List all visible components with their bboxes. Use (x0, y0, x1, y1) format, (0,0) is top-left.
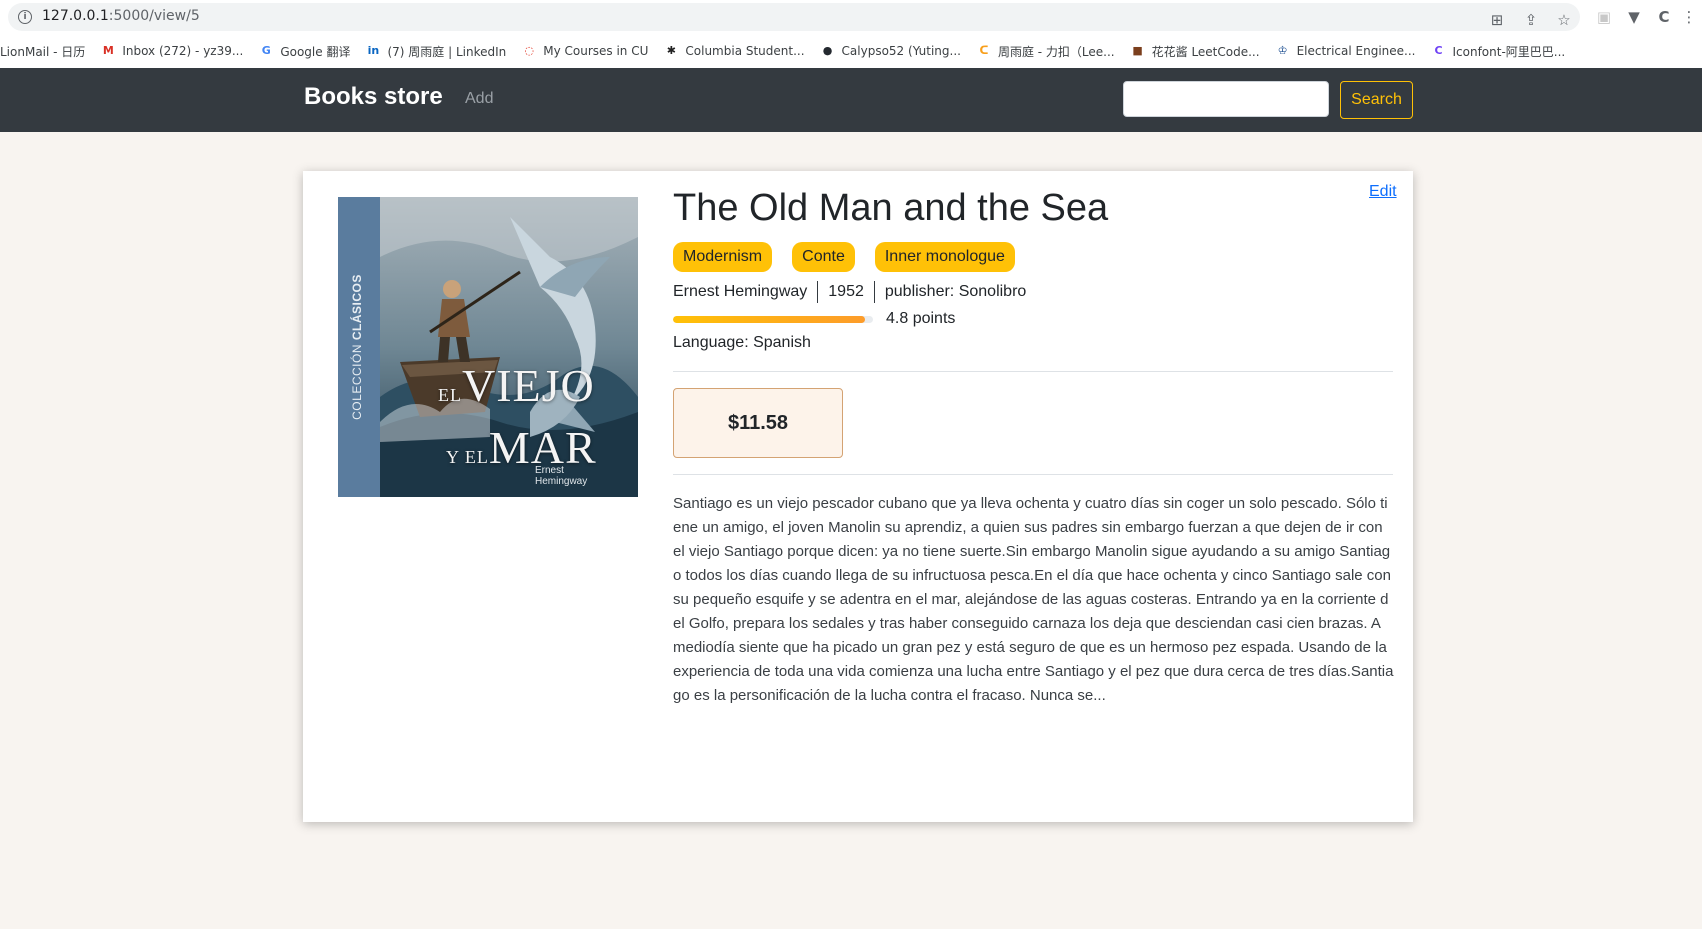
bookmark-item[interactable]: ■ 花花酱 LeetCode... (1131, 43, 1260, 60)
vue-devtools-icon[interactable]: ▼ (1625, 8, 1643, 26)
bookmark-label: LionMail - 日历 (0, 44, 86, 59)
bookmark-label: (7) 周雨庭 | LinkedIn (387, 44, 507, 59)
divider (673, 371, 1393, 372)
huahua-icon: ■ (1132, 44, 1143, 57)
brand-link[interactable]: Books store (304, 83, 443, 111)
bookmark-label: Electrical Enginee... (1296, 44, 1416, 58)
github-icon: ● (822, 44, 833, 57)
leetcode-icon: ᑕ (979, 44, 989, 57)
edit-link[interactable]: Edit (1369, 183, 1397, 201)
bookmark-star-icon[interactable]: ☆ (1555, 11, 1573, 29)
bookmarks-bar: LionMail - 日历 M Inbox (272) - yz39... G Goog… (0, 34, 1702, 69)
share-icon[interactable]: ⇪ (1522, 11, 1540, 29)
search-input[interactable] (1123, 81, 1329, 117)
book-language: Language: Spanish (673, 334, 811, 351)
cover-spine-text: COLECCIÓN CLÁSICOS (350, 274, 364, 420)
bookmark-item[interactable]: ᑕ 周雨庭 - 力扣（Lee... (977, 43, 1115, 60)
meta-divider (873, 281, 875, 303)
book-author: Ernest Hemingway (673, 283, 808, 300)
url-text: 127.0.0.1:5000/view/5 (42, 8, 200, 24)
bookmark-item[interactable]: in (7) 周雨庭 | LinkedIn (366, 43, 507, 60)
book-year: 1952 (828, 283, 864, 300)
bookmark-label: Columbia Student... (685, 44, 805, 58)
cover-title-line1: ELVIEJO (438, 360, 595, 411)
nav-add-link[interactable]: Add (465, 90, 493, 108)
bookmark-label: My Courses in CU (543, 44, 649, 58)
extension-icon[interactable]: ▣ (1595, 8, 1613, 26)
genre-tags: Modernism Conte Inner monologue (673, 242, 1035, 272)
bookmark-item[interactable]: LionMail - 日历 (0, 43, 85, 60)
genre-tag[interactable]: Modernism (673, 242, 773, 272)
url-host: 127.0.0.1 (42, 8, 109, 24)
book-cover-image: COLECCIÓN CLÁSICOS ELVIEJO Y ELMAR Ernes… (338, 197, 638, 497)
bookmark-label: Inbox (272) - yz39... (122, 44, 244, 58)
bookmark-item[interactable]: C Iconfont-阿里巴巴... (1431, 43, 1565, 60)
extension-c-icon[interactable]: C (1655, 8, 1673, 26)
search-button[interactable]: Search (1340, 81, 1413, 119)
columbia-icon: ✱ (666, 44, 676, 57)
genre-tag[interactable]: Inner monologue (874, 242, 1015, 272)
book-title: The Old Man and the Sea (673, 187, 1109, 229)
book-description: Santiago es un viejo pescador cubano que… (673, 495, 1394, 704)
rating-bar (673, 316, 873, 323)
translate-icon[interactable]: ⊞ (1488, 11, 1506, 29)
cover-author: Ernest Hemingway (535, 465, 588, 487)
bookmark-label: Iconfont-阿里巴巴... (1452, 44, 1566, 59)
genre-tag[interactable]: Conte (792, 242, 855, 272)
courses-icon: ◌ (524, 44, 535, 57)
rating-bar-fill (673, 316, 865, 323)
url-path: :5000/view/5 (108, 8, 200, 24)
bookmark-label: 周雨庭 - 力扣（Lee... (997, 44, 1115, 59)
iconfont-icon: C (1434, 44, 1443, 57)
bookmark-item[interactable]: G Google 翻译 (259, 43, 351, 60)
bookmark-item[interactable]: ♔ Electrical Enginee... (1276, 44, 1416, 58)
bookmark-item[interactable]: ◌ My Courses in CU (522, 44, 648, 58)
site-info-icon[interactable]: i (18, 10, 32, 24)
book-meta: Ernest Hemingway 1952 publisher: Sonolib… (673, 281, 1026, 303)
url-field[interactable]: i 127.0.0.1:5000/view/5 ⊞ ⇪ ☆ (8, 3, 1580, 31)
translate-icon: G (261, 44, 271, 57)
bookmark-label: Google 翻译 (280, 44, 351, 59)
linkedin-icon: in (367, 44, 380, 57)
rating-text: 4.8 points (886, 310, 956, 327)
columbia-crown-icon: ♔ (1277, 44, 1288, 57)
book-publisher: publisher: Sonolibro (884, 283, 1027, 300)
navbar: Books store Add Search (0, 68, 1702, 132)
bookmark-item[interactable]: ● Calypso52 (Yuting... (821, 44, 961, 58)
book-card: COLECCIÓN CLÁSICOS ELVIEJO Y ELMAR Ernes… (303, 171, 1413, 822)
bookmark-label: 花花酱 LeetCode... (1151, 44, 1260, 59)
bookmark-label: Calypso52 (Yuting... (841, 44, 961, 58)
meta-divider (817, 281, 819, 303)
divider (673, 474, 1393, 475)
browser-address-bar: i 127.0.0.1:5000/view/5 ⊞ ⇪ ☆ ▣ ▼ C ⋮ (0, 0, 1702, 34)
price-box: $11.58 (673, 388, 843, 458)
gmail-icon: M (102, 44, 114, 57)
extension-more-icon[interactable]: ⋮ (1680, 8, 1698, 26)
bookmark-item[interactable]: M Inbox (272) - yz39... (101, 44, 243, 58)
bookmark-item[interactable]: ✱ Columbia Student... (664, 44, 805, 58)
